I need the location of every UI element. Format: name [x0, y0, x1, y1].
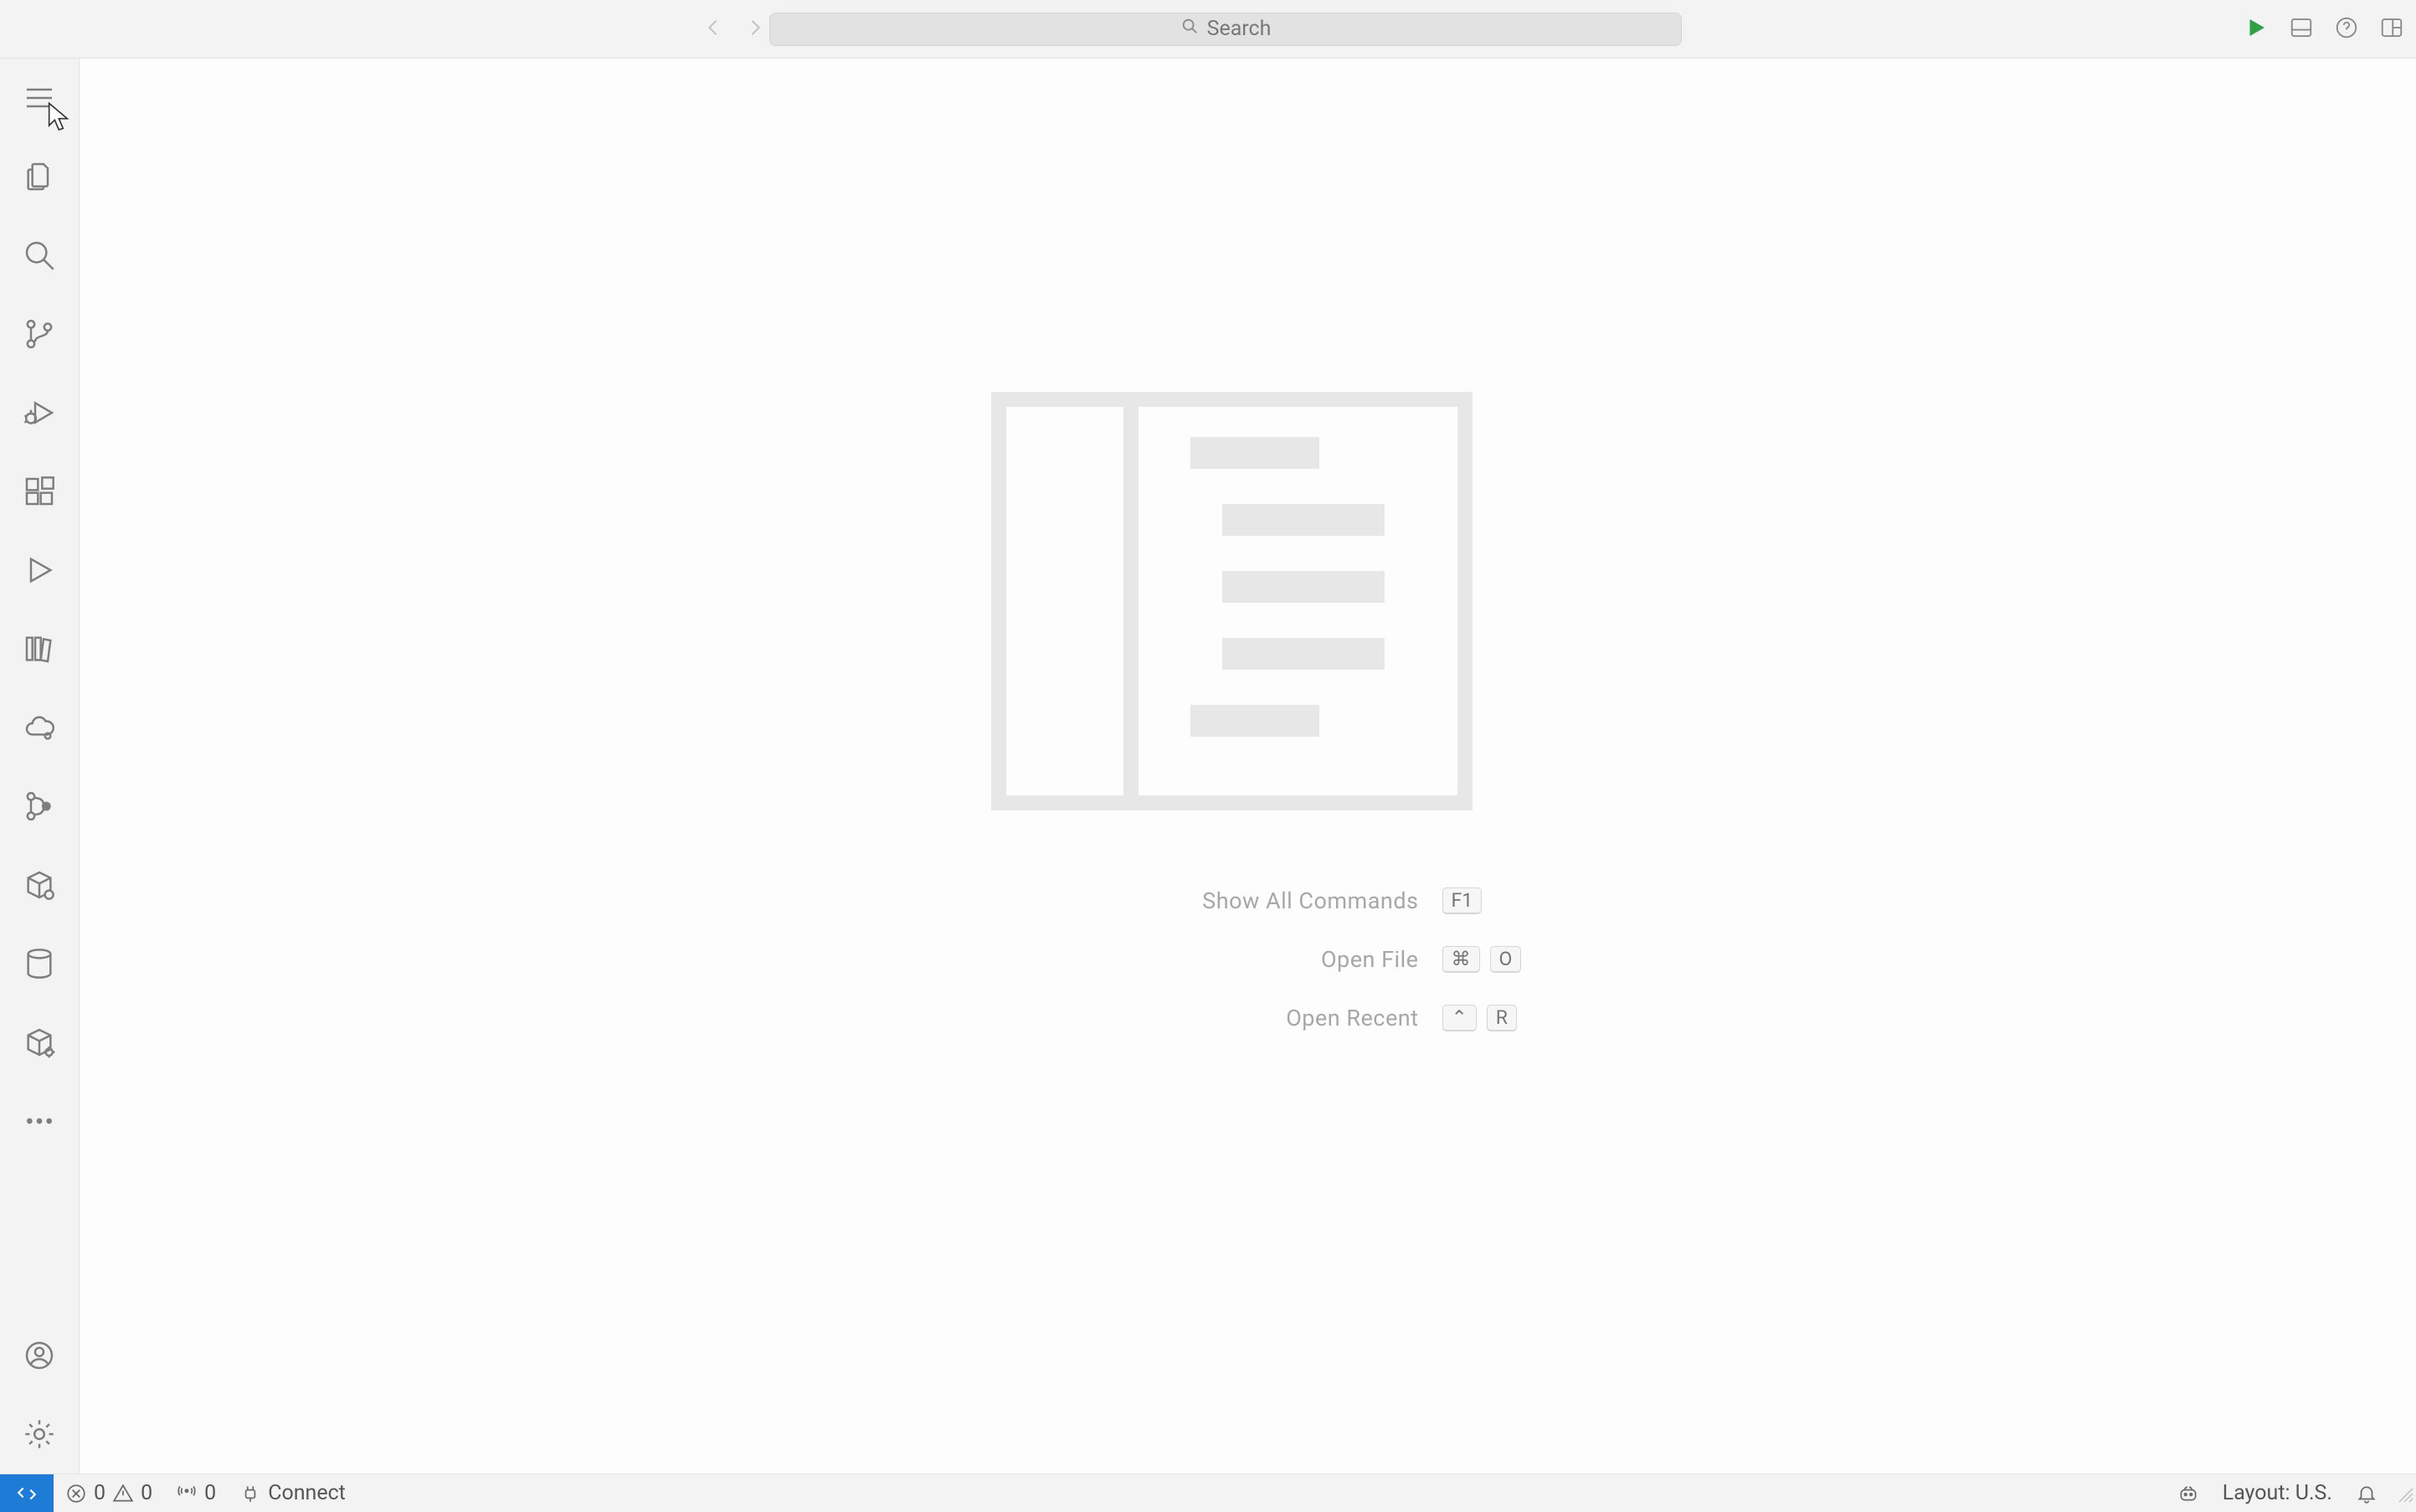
activity-bar: [0, 59, 80, 1473]
run-debug-icon: [23, 396, 56, 429]
key: F1: [1442, 887, 1483, 914]
database-button[interactable]: [0, 924, 80, 1003]
watermark-illustration: [991, 392, 1473, 810]
gear-icon: [23, 1417, 56, 1451]
play-activity-button[interactable]: [0, 531, 80, 609]
search-icon: [1180, 17, 1199, 41]
editor-area: Show All Commands F1 Open File ⌘ O Open …: [80, 59, 2416, 1473]
account-button[interactable]: [0, 1316, 80, 1395]
copilot-icon: [2177, 1483, 2199, 1504]
nav-back-button[interactable]: [702, 16, 725, 43]
more-button[interactable]: [0, 1082, 80, 1160]
hint-label: Open Recent: [1286, 1005, 1418, 1031]
ports-button[interactable]: 0: [164, 1481, 228, 1505]
box-dot-icon: [23, 868, 56, 902]
key: ⌃: [1442, 1005, 1477, 1031]
extensions-button[interactable]: [0, 452, 80, 531]
remote-icon: [16, 1483, 38, 1504]
explorer-button[interactable]: [0, 137, 80, 216]
key: R: [1487, 1005, 1517, 1031]
help-button[interactable]: [2334, 15, 2359, 44]
remote-container-button[interactable]: [0, 846, 80, 924]
search-placeholder: Search: [1207, 17, 1272, 41]
hint-show-all-commands: Show All Commands F1: [940, 887, 1526, 914]
connect-button[interactable]: Connect: [228, 1481, 357, 1505]
remote-button[interactable]: [0, 1474, 54, 1512]
problems-button[interactable]: 0 0: [54, 1481, 164, 1505]
keyboard-layout-button[interactable]: Layout: U.S.: [2211, 1481, 2344, 1505]
shortcut-hints: Show All Commands F1 Open File ⌘ O Open …: [940, 887, 1526, 1031]
run-debug-button[interactable]: [0, 373, 80, 452]
toggle-panel-button[interactable]: [2289, 15, 2314, 44]
warning-icon: [112, 1483, 134, 1504]
cloud-icon: [23, 711, 56, 744]
customize-layout-button[interactable]: [2379, 15, 2404, 44]
hint-open-file: Open File ⌘ O: [940, 946, 1526, 973]
books-icon: [23, 632, 56, 666]
nav-forward-button[interactable]: [743, 16, 767, 43]
ports-count: 0: [204, 1481, 216, 1505]
git-graph-icon: [23, 789, 56, 823]
resize-grip[interactable]: [2394, 1484, 2414, 1504]
magnifier-icon: [23, 239, 56, 272]
extensions-icon: [23, 475, 56, 508]
bell-icon: [2356, 1483, 2377, 1504]
warnings-count: 0: [141, 1481, 152, 1505]
files-icon: [23, 160, 56, 193]
resize-grip-icon: [2394, 1484, 2414, 1504]
layout-label: Layout: U.S.: [2223, 1481, 2332, 1505]
database-icon: [23, 947, 56, 980]
key: ⌘: [1442, 946, 1480, 973]
git-branch-icon: [23, 317, 56, 351]
graph-button[interactable]: [0, 767, 80, 846]
plug-icon: [239, 1483, 261, 1504]
key: O: [1490, 946, 1522, 973]
run-play-button[interactable]: [2244, 15, 2269, 44]
statusbar: 0 0 0 Connect Layout: U.S.: [0, 1473, 2416, 1512]
source-control-button[interactable]: [0, 295, 80, 373]
menu-icon: [23, 81, 56, 115]
nav-arrows: [702, 16, 767, 43]
library-button[interactable]: [0, 609, 80, 688]
notifications-button[interactable]: [2344, 1483, 2389, 1504]
cloud-button[interactable]: [0, 688, 80, 767]
cube-button[interactable]: [0, 1003, 80, 1082]
radio-tower-icon: [176, 1483, 198, 1504]
error-icon: [65, 1483, 87, 1504]
menu-button[interactable]: [0, 59, 80, 137]
hint-label: Show All Commands: [1202, 887, 1418, 914]
settings-button[interactable]: [0, 1395, 80, 1473]
connect-label: Connect: [268, 1481, 346, 1505]
errors-count: 0: [94, 1481, 105, 1505]
copilot-button[interactable]: [2166, 1483, 2211, 1504]
play-outline-icon: [23, 553, 56, 587]
titlebar-right: [2244, 15, 2404, 44]
search-input[interactable]: Search: [769, 13, 1682, 46]
cube-gear-icon: [23, 1026, 56, 1059]
search-button[interactable]: [0, 216, 80, 295]
hint-open-recent: Open Recent ⌃ R: [940, 1005, 1526, 1031]
ellipsis-icon: [23, 1104, 56, 1138]
titlebar: Search: [0, 0, 2416, 59]
hint-label: Open File: [1321, 946, 1419, 973]
user-icon: [23, 1339, 56, 1372]
